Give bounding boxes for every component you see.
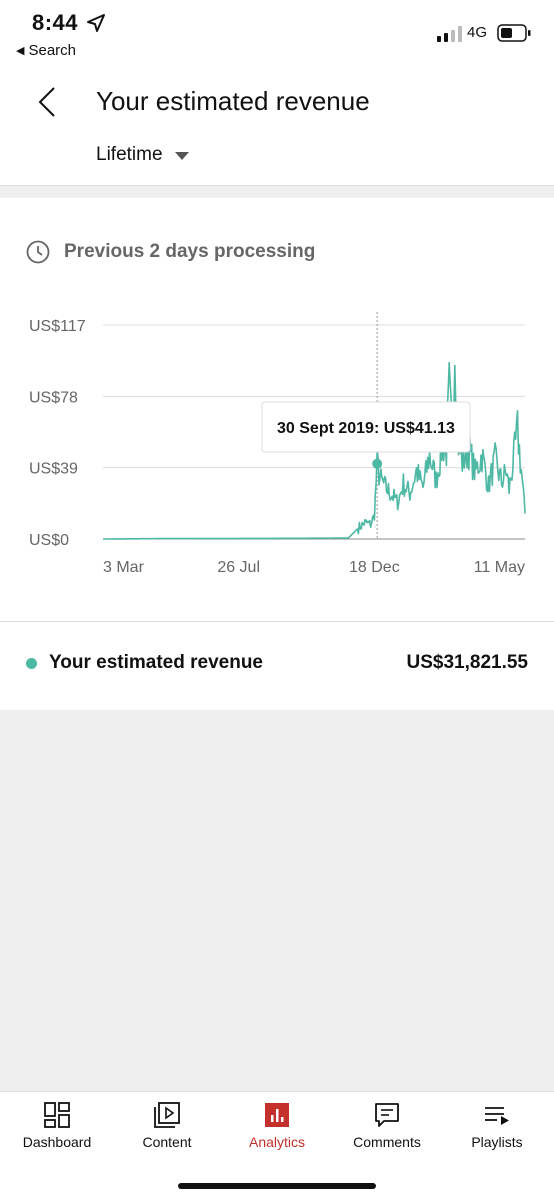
nav-label: Content — [142, 1134, 192, 1150]
playlists-icon — [485, 1107, 509, 1125]
back-to-app-link[interactable]: ◀ Search — [16, 42, 76, 59]
nav-label: Dashboard — [22, 1134, 92, 1150]
chart-tooltip: 30 Sept 2019: US$41.13 — [261, 401, 471, 453]
caret-down-icon — [174, 152, 189, 160]
x-tick-label: 18 Dec — [349, 559, 400, 576]
status-bar: 8:44 ◀ Search 4G — [0, 0, 554, 70]
y-tick-label: US$39 — [29, 461, 78, 478]
back-triangle-icon: ◀ — [16, 45, 25, 57]
period-label: Lifetime — [96, 144, 163, 165]
revenue-chart[interactable]: US$0 US$39 US$78 US$117 3 Mar 26 Jul 18 Dec 11… — [0, 306, 554, 596]
battery-icon — [497, 24, 531, 42]
back-arrow-icon[interactable] — [30, 82, 64, 122]
y-tick-label: US$117 — [29, 318, 86, 335]
content-icon — [154, 1102, 180, 1128]
home-indicator — [178, 1183, 376, 1189]
nav-label: Playlists — [471, 1134, 523, 1150]
card-divider — [0, 621, 554, 622]
clock-icon — [26, 240, 50, 264]
nav-dashboard[interactable]: Dashboard — [2, 1092, 112, 1156]
legend-dot — [26, 657, 37, 669]
back-app-label: Search — [28, 42, 76, 59]
location-arrow-icon — [87, 14, 105, 32]
page-header: Your estimated revenue Lifetime — [0, 70, 554, 186]
y-tick-label: US$78 — [29, 389, 78, 406]
legend-row: Your estimated revenue US$31,821.55 — [26, 652, 528, 674]
processing-text: Previous 2 days processing — [64, 241, 316, 262]
chart-hover-point — [372, 458, 383, 469]
network-type: 4G — [467, 24, 488, 41]
nav-comments[interactable]: Comments — [332, 1092, 442, 1156]
processing-note: Previous 2 days processing — [26, 240, 315, 264]
y-tick-label: US$0 — [29, 532, 69, 549]
nav-label: Analytics — [248, 1134, 306, 1150]
x-tick-label: 11 May — [474, 559, 525, 576]
signal-strength-icon — [437, 26, 462, 42]
nav-content[interactable]: Content — [112, 1092, 222, 1156]
nav-analytics[interactable]: Analytics — [222, 1092, 332, 1156]
comments-icon — [375, 1103, 399, 1127]
dashboard-icon — [44, 1102, 70, 1128]
legend-label: Your estimated revenue — [49, 652, 264, 673]
x-tick-label: 26 Jul — [217, 559, 260, 576]
nav-playlists[interactable]: Playlists — [442, 1092, 552, 1156]
period-dropdown[interactable]: Lifetime — [96, 144, 189, 166]
page-title: Your estimated revenue — [96, 86, 370, 116]
revenue-card: Previous 2 days processing US$0 US$39 US$7… — [0, 198, 554, 710]
tooltip-text: 30 Sept 2019: US$41.13 — [277, 420, 455, 437]
nav-label: Comments — [353, 1134, 421, 1150]
x-tick-label: 3 Mar — [103, 559, 145, 576]
status-time: 8:44 — [32, 10, 79, 35]
analytics-icon — [265, 1103, 289, 1127]
revenue-total: US$31,821.55 — [406, 652, 529, 673]
